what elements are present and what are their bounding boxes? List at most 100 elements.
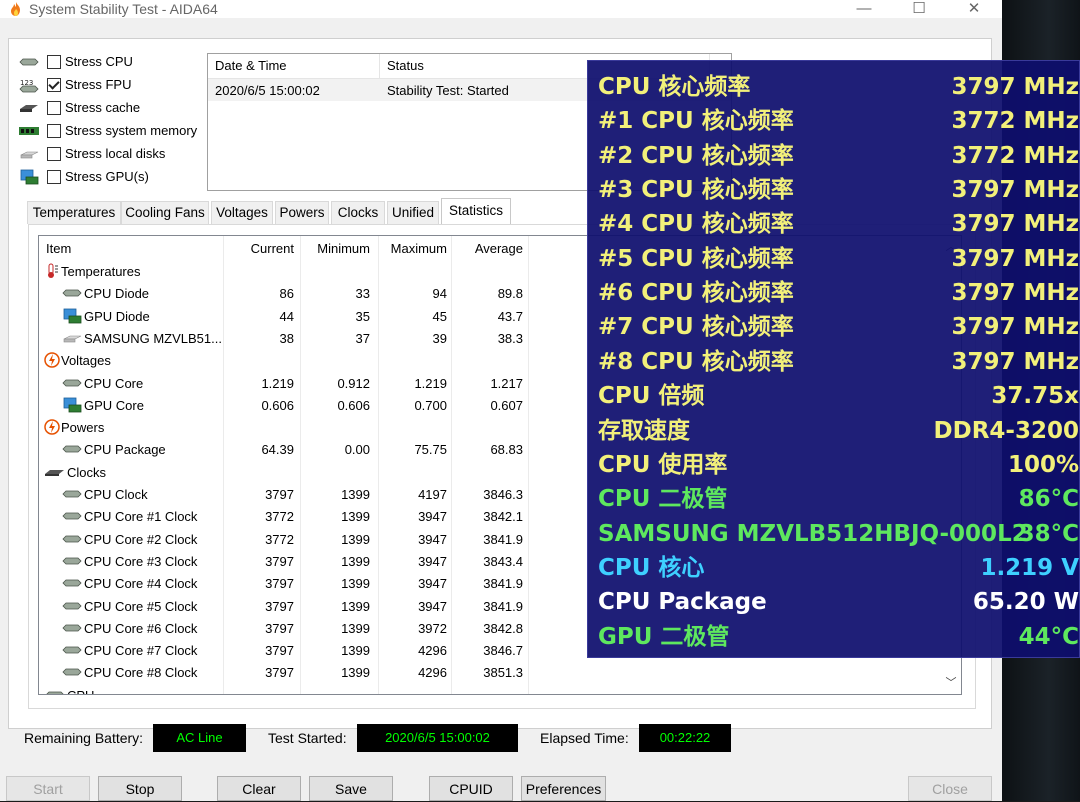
disk-icon — [18, 146, 40, 162]
stress-checkbox[interactable] — [47, 55, 61, 69]
col-item[interactable]: Item — [46, 241, 71, 256]
table-row[interactable]: CPU Core #8 Clock 3797 1399 4296 3851.3 — [39, 662, 961, 684]
cell-current: 3797 — [265, 576, 294, 592]
col-maximum[interactable]: Maximum — [375, 241, 447, 256]
log-row-datetime: 2020/6/5 15:00:02 — [215, 83, 320, 98]
close-button[interactable]: Close — [908, 776, 992, 801]
row-label: CPU Core #6 Clock — [84, 620, 198, 636]
cell-minimum: 1399 — [341, 598, 370, 614]
stress-label: Stress GPU(s) — [65, 169, 149, 184]
cell-current: 86 — [279, 286, 294, 302]
osd-row: SAMSUNG MZVLB512HBJQ-000L2 38°C — [588, 517, 1080, 551]
osd-value: 1.219 V — [980, 554, 1079, 581]
tab-unified[interactable]: Unified — [387, 201, 439, 224]
stress-checkbox[interactable] — [47, 124, 61, 138]
log-col-datetime[interactable]: Date & Time — [215, 58, 287, 73]
tab-powers[interactable]: Powers — [275, 201, 329, 224]
close-window-button[interactable]: ✕ — [951, 0, 997, 18]
gpu-icon — [61, 308, 83, 327]
test-started-value: 2020/6/5 15:00:02 — [357, 724, 518, 752]
col-average[interactable]: Average — [452, 241, 523, 256]
cpu-chip-icon — [61, 531, 83, 550]
stress-checkbox[interactable] — [47, 170, 61, 184]
cell-current: 38 — [279, 330, 294, 346]
osd-value: 3797 MHz — [951, 177, 1079, 204]
cell-average: 68.83 — [490, 442, 523, 458]
tab-statistics[interactable]: Statistics — [441, 198, 511, 225]
preferences-button[interactable]: Preferences — [521, 776, 606, 801]
cell-current: 44 — [279, 308, 294, 324]
cpu-chip-icon — [61, 375, 83, 394]
osd-label: #8 CPU 核心频率 — [598, 348, 794, 375]
cell-minimum: 1399 — [341, 576, 370, 592]
cell-current: 3797 — [265, 620, 294, 636]
cpu-chip-icon — [61, 620, 83, 639]
power-icon — [44, 419, 60, 438]
row-label: GPU Diode — [84, 308, 150, 324]
gpu-icon — [61, 397, 83, 416]
cell-minimum: 1399 — [341, 509, 370, 525]
start-button[interactable]: Start — [6, 776, 90, 801]
osd-value: 3797 MHz — [951, 245, 1079, 272]
osd-value: 3797 MHz — [951, 211, 1079, 238]
osd-value: 44°C — [1018, 623, 1079, 650]
tab-voltages[interactable]: Voltages — [211, 201, 273, 224]
osd-label: GPU 二极管 — [598, 623, 730, 650]
osd-value: 3797 MHz — [951, 348, 1079, 375]
cell-maximum: 3947 — [418, 598, 447, 614]
cell-minimum: 33 — [355, 286, 370, 302]
cell-maximum: 0.700 — [414, 397, 447, 413]
row-label: CPU Package — [84, 442, 166, 458]
cpu-chip-icon — [61, 553, 83, 572]
cell-maximum: 94 — [432, 286, 447, 302]
stop-button[interactable]: Stop — [98, 776, 182, 801]
cell-current: 3797 — [265, 553, 294, 569]
osd-row: CPU Package 65.20 W — [588, 585, 1080, 619]
row-label: Clocks — [67, 464, 107, 480]
cpu-chip-icon — [61, 285, 83, 304]
stress-checkbox[interactable] — [47, 147, 61, 161]
stress-checkbox[interactable] — [47, 78, 61, 92]
minimize-button[interactable]: — — [841, 0, 887, 18]
cell-average: 3841.9 — [483, 576, 523, 592]
col-minimum[interactable]: Minimum — [301, 241, 370, 256]
stress-checkbox[interactable] — [47, 101, 61, 115]
cell-average: 3842.1 — [483, 509, 523, 525]
osd-row: #2 CPU 核心频率 3772 MHz — [588, 139, 1080, 173]
cell-minimum: 1399 — [341, 553, 370, 569]
tab-temperatures[interactable]: Temperatures — [27, 201, 121, 224]
window-title: System Stability Test - AIDA64 — [29, 1, 218, 17]
osd-row: #5 CPU 核心频率 3797 MHz — [588, 242, 1080, 276]
cell-maximum: 3947 — [418, 576, 447, 592]
save-button[interactable]: Save — [309, 776, 393, 801]
row-label: CPU Clock — [84, 487, 148, 502]
elapsed-time-value: 00:22:22 — [639, 724, 731, 752]
maximize-button[interactable]: ☐ — [896, 0, 942, 18]
test-started-label: Test Started: — [268, 730, 347, 746]
log-col-status[interactable]: Status — [387, 58, 424, 73]
osd-label: #7 CPU 核心频率 — [598, 314, 794, 341]
cpuid-button[interactable]: CPUID — [429, 776, 513, 801]
row-label: CPU Core #1 Clock — [84, 509, 198, 525]
cpu-chip-icon — [61, 486, 83, 505]
cpu-chip-icon — [18, 54, 40, 70]
osd-value: 65.20 W — [972, 589, 1079, 616]
row-label: SAMSUNG MZVLB51... — [84, 330, 222, 346]
scroll-down-icon[interactable]: ﹀ — [942, 674, 960, 692]
cpu-chip-icon — [61, 598, 83, 617]
title-bar: System Stability Test - AIDA64 — ☐ ✕ — [0, 0, 1002, 18]
group-row[interactable]: CPU — [39, 685, 961, 694]
clear-button[interactable]: Clear — [217, 776, 301, 801]
osd-row: CPU 核心频率 3797 MHz — [588, 70, 1080, 104]
cell-current: 0.606 — [261, 397, 294, 413]
col-current[interactable]: Current — [223, 241, 294, 256]
tab-clocks[interactable]: Clocks — [331, 201, 385, 224]
stress-label: Stress FPU — [65, 77, 132, 92]
cell-maximum: 4197 — [418, 487, 447, 502]
stress-label: Stress system memory — [65, 123, 198, 138]
osd-label: #5 CPU 核心频率 — [598, 245, 794, 272]
cell-current: 3797 — [265, 643, 294, 659]
cell-maximum: 4296 — [418, 665, 447, 681]
stress-label: Stress cache — [65, 100, 141, 115]
tab-cooling-fans[interactable]: Cooling Fans — [121, 201, 209, 224]
